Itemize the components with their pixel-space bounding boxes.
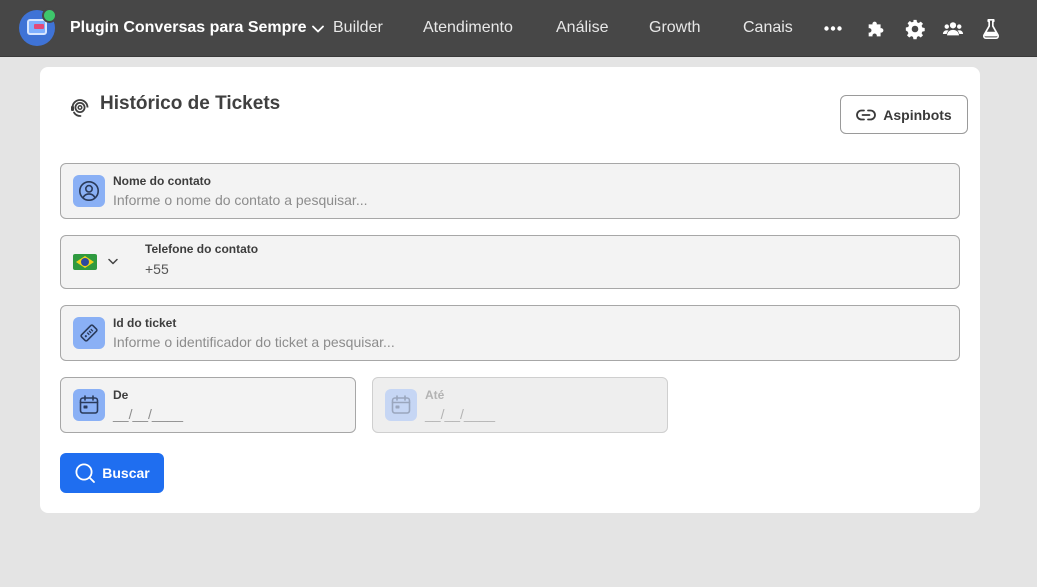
ticket-id-label: Id do ticket xyxy=(113,316,177,330)
workspace-name: Plugin Conversas para Sempre xyxy=(70,19,307,36)
calendar-icon xyxy=(385,389,417,421)
workspace-avatar[interactable] xyxy=(19,8,57,46)
nav-builder[interactable]: Builder xyxy=(333,19,383,37)
ticket-id-field[interactable]: Id do ticket Informe o identificador do … xyxy=(60,305,960,361)
gear-icon[interactable] xyxy=(904,18,926,40)
more-icon[interactable] xyxy=(824,26,842,31)
nav-analise[interactable]: Análise xyxy=(556,19,608,37)
page-title: Histórico de Tickets xyxy=(100,93,281,114)
workspace-selector[interactable]: Plugin Conversas para Sempre xyxy=(70,19,324,37)
ticket-history-card xyxy=(40,67,980,513)
nav-growth[interactable]: Growth xyxy=(649,19,701,37)
online-status-dot xyxy=(42,8,57,23)
link-icon xyxy=(856,109,877,120)
ticket-id-input[interactable]: Informe o identificador do ticket a pesq… xyxy=(113,334,395,350)
date-from-input[interactable]: __/__/____ xyxy=(113,406,183,422)
user-circle-icon xyxy=(73,175,105,207)
date-to-label: Até xyxy=(425,388,445,402)
ticket-tag-icon xyxy=(73,317,105,349)
chevron-down-icon[interactable] xyxy=(108,258,118,265)
search-button[interactable]: Buscar xyxy=(60,453,164,493)
headset-icon xyxy=(71,99,89,117)
date-from-label: De xyxy=(113,388,129,402)
brazil-flag-icon[interactable] xyxy=(73,254,97,270)
search-icon xyxy=(75,463,96,483)
contact-name-field[interactable]: Nome do contato Informe o nome do contat… xyxy=(60,163,960,219)
contact-name-label: Nome do contato xyxy=(113,174,211,188)
phone-label: Telefone do contato xyxy=(145,242,259,256)
nav-canais[interactable]: Canais xyxy=(743,19,793,37)
chevron-down-icon xyxy=(311,25,324,33)
top-navigation-bar: Plugin Conversas para Sempre Builder Ate… xyxy=(0,0,1037,57)
nav-atendimento[interactable]: Atendimento xyxy=(423,19,513,37)
date-to-input: __/__/____ xyxy=(425,406,496,422)
puzzle-icon[interactable] xyxy=(865,18,887,40)
date-from-field[interactable]: De __/__/____ xyxy=(60,377,356,433)
phone-input[interactable]: +55 xyxy=(145,261,169,277)
aspinbots-button-label: Aspinbots xyxy=(883,106,952,123)
users-icon[interactable] xyxy=(942,18,964,40)
aspinbots-button[interactable]: Aspinbots xyxy=(840,95,968,134)
contact-name-input[interactable]: Informe o nome do contato a pesquisar... xyxy=(113,192,368,208)
calendar-icon xyxy=(73,389,105,421)
phone-field[interactable]: Telefone do contato +55 xyxy=(60,235,960,289)
date-to-field: Até __/__/____ xyxy=(372,377,668,433)
search-button-label: Buscar xyxy=(102,465,150,481)
flask-icon[interactable] xyxy=(980,18,1002,40)
